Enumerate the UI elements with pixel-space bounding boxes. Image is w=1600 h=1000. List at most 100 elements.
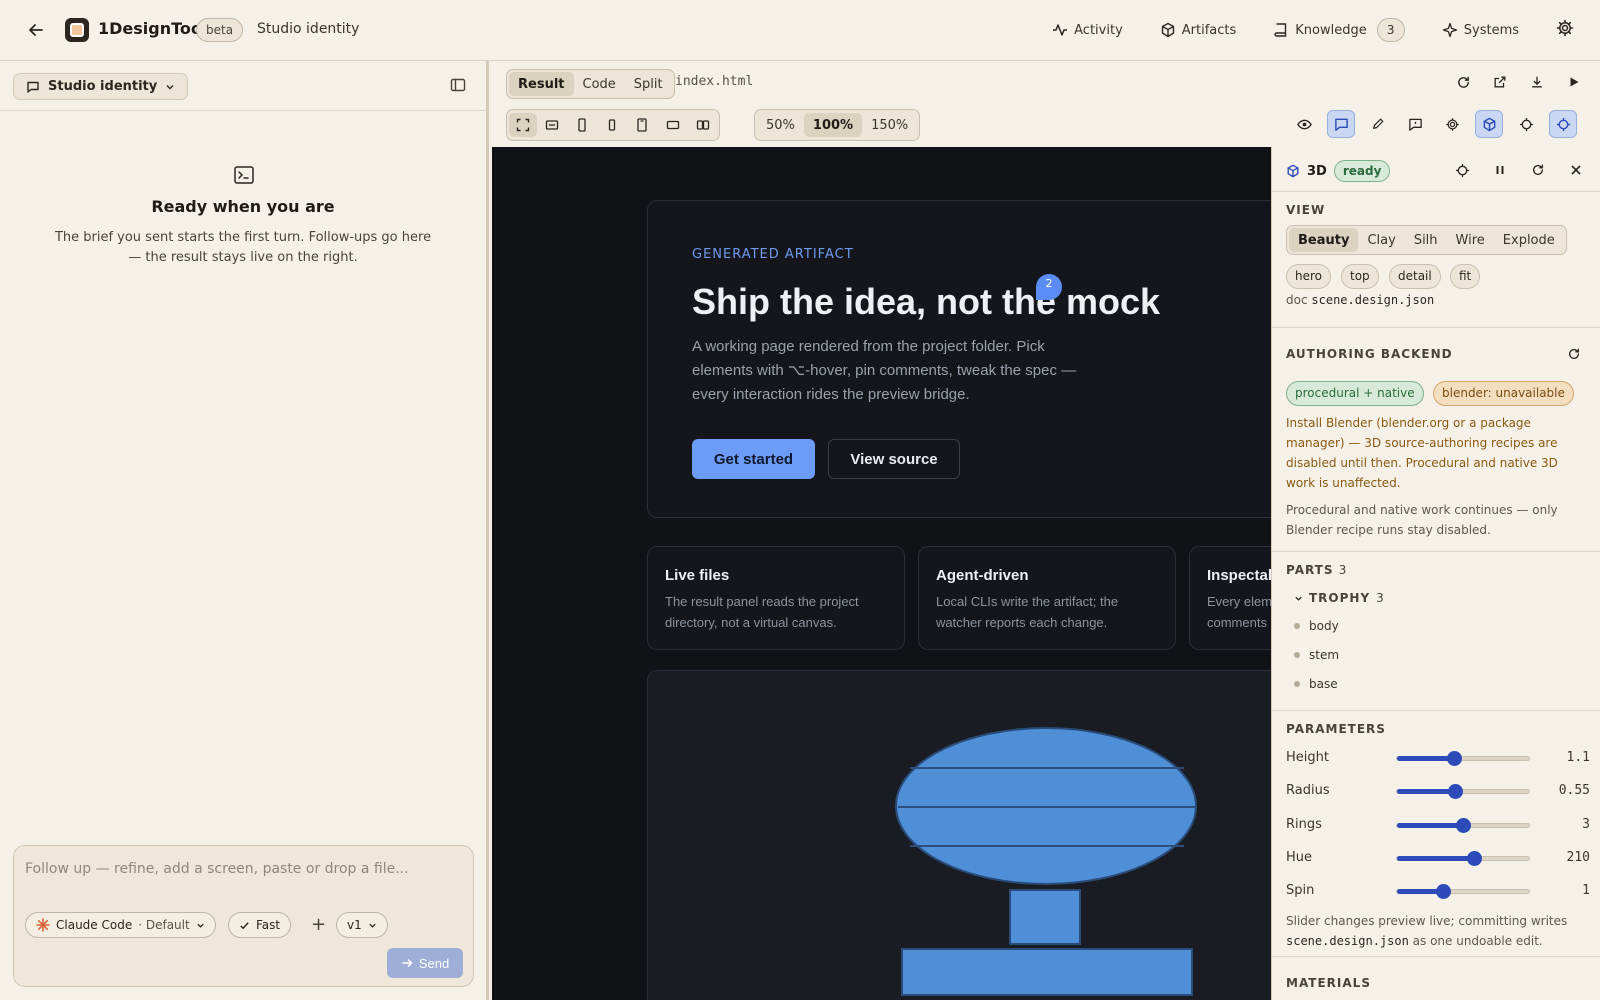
fit-width-icon[interactable] xyxy=(537,113,567,137)
nav-systems[interactable]: Systems xyxy=(1442,22,1519,38)
follow-up-input[interactable] xyxy=(25,856,455,882)
crosshair-icon[interactable] xyxy=(1512,110,1540,138)
nav-knowledge[interactable]: Knowledge 3 xyxy=(1273,18,1405,42)
send-button[interactable]: Send xyxy=(387,948,463,978)
speed-toggle[interactable]: Fast xyxy=(228,912,292,938)
tweaks-gear-icon[interactable] xyxy=(1438,110,1466,138)
inspector-header: 3D ready xyxy=(1272,147,1600,192)
divider xyxy=(1272,710,1600,711)
model-mode: · Default xyxy=(138,918,190,932)
get-started-button[interactable]: Get started xyxy=(692,439,815,479)
play-icon[interactable] xyxy=(1560,68,1588,96)
parameters-note: Slider changes preview live; committing … xyxy=(1286,914,1568,948)
artifact-canvas: GENERATED ARTIFACT Ship the idea, not th… xyxy=(492,147,1271,1000)
slider-thumb[interactable] xyxy=(1448,784,1464,799)
zoom-150[interactable]: 150% xyxy=(862,113,917,137)
pause-icon[interactable] xyxy=(1486,156,1514,184)
render-mode-silh[interactable]: Silh xyxy=(1405,228,1447,252)
render-mode-clay[interactable]: Clay xyxy=(1358,228,1404,252)
part-group-trophy[interactable]: TROPHY 3 xyxy=(1294,591,1385,605)
chevron-down-icon xyxy=(197,923,204,928)
slider-thumb[interactable] xyxy=(1446,751,1462,766)
parameter-label: Spin xyxy=(1286,883,1315,898)
model-select[interactable]: Claude Code · Default xyxy=(25,912,216,938)
parameter-slider[interactable] xyxy=(1396,818,1530,833)
laptop-frame-icon[interactable] xyxy=(657,113,689,137)
camera-hero[interactable]: hero xyxy=(1286,264,1331,289)
part-item[interactable]: stem xyxy=(1294,648,1339,662)
slider-thumb[interactable] xyxy=(1456,818,1471,833)
target-pick-icon[interactable] xyxy=(1549,110,1577,138)
render-mode-beauty[interactable]: Beauty xyxy=(1289,228,1359,252)
parameter-value: 3 xyxy=(1582,817,1590,832)
3d-cube-icon[interactable] xyxy=(1475,110,1503,138)
app-logo-icon xyxy=(65,18,89,42)
parameter-slider[interactable] xyxy=(1396,751,1530,766)
empty-state-title: Ready when you are xyxy=(151,197,335,216)
close-icon[interactable] xyxy=(1562,156,1590,184)
feedback-icon[interactable] xyxy=(1401,110,1429,138)
phone-frame-icon[interactable] xyxy=(567,113,597,137)
pencil-icon[interactable] xyxy=(1364,110,1392,138)
eye-icon[interactable] xyxy=(1290,110,1318,138)
slider-fill xyxy=(1397,756,1454,761)
download-icon[interactable] xyxy=(1523,68,1551,96)
backend-warning: Install Blender (blender.org or a packag… xyxy=(1286,416,1558,490)
parts-count: 3 xyxy=(1338,563,1348,577)
tab-split[interactable]: Split xyxy=(625,72,672,96)
comment-pin[interactable]: 2 xyxy=(1036,274,1062,300)
zoom-100[interactable]: 100% xyxy=(803,113,863,137)
nav-artifacts[interactable]: Artifacts xyxy=(1160,22,1237,38)
tablet-frame-icon[interactable] xyxy=(627,113,657,137)
reload-icon[interactable] xyxy=(1449,68,1477,96)
nav-artifacts-label: Artifacts xyxy=(1181,22,1237,38)
view-source-button[interactable]: View source xyxy=(828,439,960,479)
crosshair-icon[interactable] xyxy=(1448,156,1476,184)
nav-knowledge-label: Knowledge xyxy=(1295,22,1367,38)
refresh-backend-icon[interactable] xyxy=(1560,340,1588,368)
phone-small-frame-icon[interactable] xyxy=(597,113,627,137)
settings-gear-icon[interactable] xyxy=(1556,19,1574,41)
open-external-icon[interactable] xyxy=(1486,68,1514,96)
check-icon xyxy=(240,921,249,929)
chat-header: Studio identity xyxy=(0,61,486,111)
render-mode-wire[interactable]: Wire xyxy=(1447,228,1494,252)
slider-thumb[interactable] xyxy=(1466,851,1482,866)
add-attachment-icon[interactable]: + xyxy=(311,914,326,935)
hero-title: Ship the idea, not the mock xyxy=(692,281,1161,322)
reset-icon[interactable] xyxy=(1524,156,1552,184)
device-frame-tabs xyxy=(506,109,720,141)
conversation-select[interactable]: Studio identity xyxy=(13,73,189,100)
nav-systems-label: Systems xyxy=(1463,22,1519,38)
fullscreen-frame-icon[interactable] xyxy=(509,113,537,137)
tab-result[interactable]: Result xyxy=(509,72,574,96)
camera-fit[interactable]: fit xyxy=(1450,264,1481,289)
claude-burst-icon xyxy=(36,918,50,932)
knowledge-count-badge: 3 xyxy=(1376,18,1405,42)
parameter-row: Hue 210 xyxy=(1286,848,1590,868)
comment-mode-icon[interactable] xyxy=(1327,110,1355,138)
view-mode-tabs: Result Code Split xyxy=(506,69,675,99)
back-arrow-icon[interactable] xyxy=(24,18,48,42)
3d-scene-viewport[interactable] xyxy=(647,670,1271,1000)
parameter-slider[interactable] xyxy=(1396,851,1530,866)
tab-code[interactable]: Code xyxy=(574,72,625,96)
parameter-slider[interactable] xyxy=(1396,784,1530,799)
part-item[interactable]: base xyxy=(1294,677,1338,691)
camera-detail[interactable]: detail xyxy=(1389,264,1441,289)
zoom-50[interactable]: 50% xyxy=(757,113,804,137)
part-item[interactable]: body xyxy=(1294,619,1339,633)
slider-thumb[interactable] xyxy=(1436,884,1452,899)
chevron-down-icon xyxy=(369,923,376,928)
nav-activity[interactable]: Activity xyxy=(1052,22,1123,38)
part-group-name: TROPHY xyxy=(1309,591,1371,605)
side-by-side-icon[interactable] xyxy=(689,113,717,137)
backend-section-label: AUTHORING BACKEND xyxy=(1286,347,1453,361)
composer: Claude Code · Default Fast + v1 Send xyxy=(13,845,474,987)
parameter-slider[interactable] xyxy=(1396,884,1530,899)
feature-card-title: Live files xyxy=(665,567,730,584)
version-select[interactable]: v1 xyxy=(336,912,388,938)
sidebar-toggle-icon[interactable] xyxy=(450,77,466,97)
camera-top[interactable]: top xyxy=(1341,264,1379,289)
render-mode-explode[interactable]: Explode xyxy=(1494,228,1564,252)
